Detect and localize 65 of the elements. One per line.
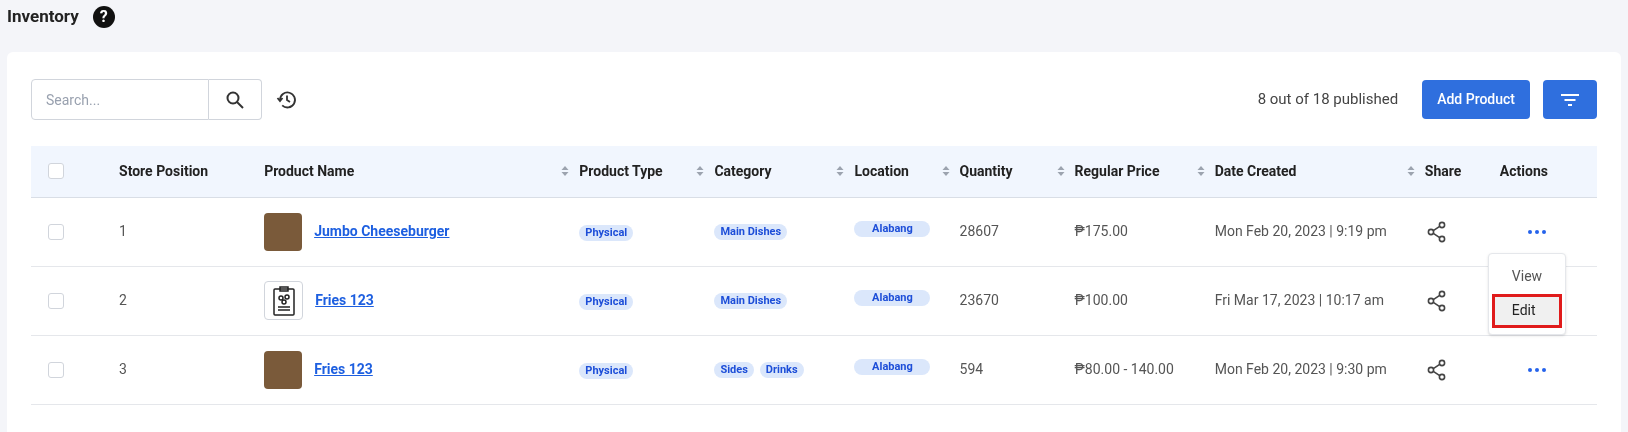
- column-header[interactable]: Product Name: [264, 160, 355, 182]
- store-position: 2: [119, 292, 127, 308]
- location-tag: Alabang: [854, 359, 931, 375]
- column-header[interactable]: Category: [714, 160, 772, 182]
- product-type-tag: Physical: [579, 363, 634, 379]
- regular-price: ₱80.00 - 140.00: [1074, 361, 1174, 377]
- column-header: Share: [1424, 161, 1462, 181]
- more-icon[interactable]: [1527, 367, 1546, 372]
- product-photo: [264, 212, 303, 251]
- page-title: Inventory: [7, 5, 79, 29]
- help-icon[interactable]: ?: [92, 6, 115, 28]
- product-photo: [264, 350, 303, 389]
- date-created: Fri Mar 17, 2023 | 10:17 am: [1214, 292, 1384, 308]
- column-header: Actions: [1499, 161, 1548, 181]
- checkbox[interactable]: [48, 292, 64, 309]
- checkbox[interactable]: [48, 223, 64, 240]
- search-button[interactable]: [209, 79, 262, 120]
- date-created: Mon Feb 20, 2023 | 9:19 pm: [1214, 223, 1387, 239]
- more-icon[interactable]: [1527, 229, 1546, 234]
- add-product-button[interactable]: Add Product: [1422, 80, 1530, 119]
- category-tag: Main Dishes: [714, 223, 788, 240]
- quantity: 594: [959, 361, 984, 377]
- published-count: 8 out of 18 published: [1257, 89, 1399, 111]
- share-icon[interactable]: [1426, 289, 1447, 312]
- regular-price: ₱100.00: [1074, 292, 1128, 308]
- share-icon[interactable]: [1426, 220, 1447, 243]
- column-header[interactable]: Date Created: [1214, 160, 1297, 182]
- sort-icon[interactable]: [561, 165, 570, 178]
- checkbox[interactable]: [48, 361, 64, 378]
- category-tag: Sides: [714, 361, 754, 378]
- column-header: Store Position: [119, 161, 209, 181]
- location-tag: Alabang: [854, 221, 931, 237]
- sort-icon[interactable]: [941, 165, 950, 178]
- product-link[interactable]: Jumbo Cheeseburger: [314, 221, 450, 242]
- column-header[interactable]: Regular Price: [1074, 160, 1160, 182]
- share-icon[interactable]: [1426, 358, 1447, 381]
- menu-item[interactable]: View: [1491, 259, 1562, 294]
- product-link[interactable]: Fries 123: [315, 290, 374, 311]
- location-tag: Alabang: [854, 290, 931, 306]
- regular-price: ₱175.00: [1074, 223, 1128, 239]
- column-header[interactable]: Product Type: [579, 160, 663, 182]
- store-position: 1: [119, 223, 127, 239]
- column-header[interactable]: Location: [854, 160, 909, 182]
- search-field[interactable]: Search...: [31, 79, 209, 120]
- product-type-tag: Physical: [579, 225, 634, 241]
- sort-icon[interactable]: [1406, 165, 1415, 178]
- sort-icon[interactable]: [1056, 165, 1065, 178]
- checkbox[interactable]: [48, 163, 64, 180]
- sort-icon[interactable]: [696, 165, 705, 178]
- store-position: 3: [119, 361, 127, 377]
- search-icon: [226, 90, 244, 109]
- sort-icon[interactable]: [836, 165, 845, 178]
- date-created: Mon Feb 20, 2023 | 9:30 pm: [1214, 361, 1387, 377]
- quantity: 28607: [959, 223, 999, 239]
- column-header[interactable]: Quantity: [959, 160, 1013, 182]
- clipboard-icon: [264, 281, 304, 320]
- product-link[interactable]: Fries 123: [314, 359, 373, 380]
- category-tag: Main Dishes: [714, 292, 788, 309]
- sort-icon[interactable]: [1196, 165, 1205, 178]
- product-type-tag: Physical: [579, 294, 634, 310]
- category-tag: Drinks: [759, 361, 804, 378]
- menu-item[interactable]: Edit: [1491, 293, 1562, 328]
- filter-icon: [1560, 92, 1580, 107]
- quantity: 23670: [959, 292, 999, 308]
- filter-button[interactable]: [1543, 80, 1597, 119]
